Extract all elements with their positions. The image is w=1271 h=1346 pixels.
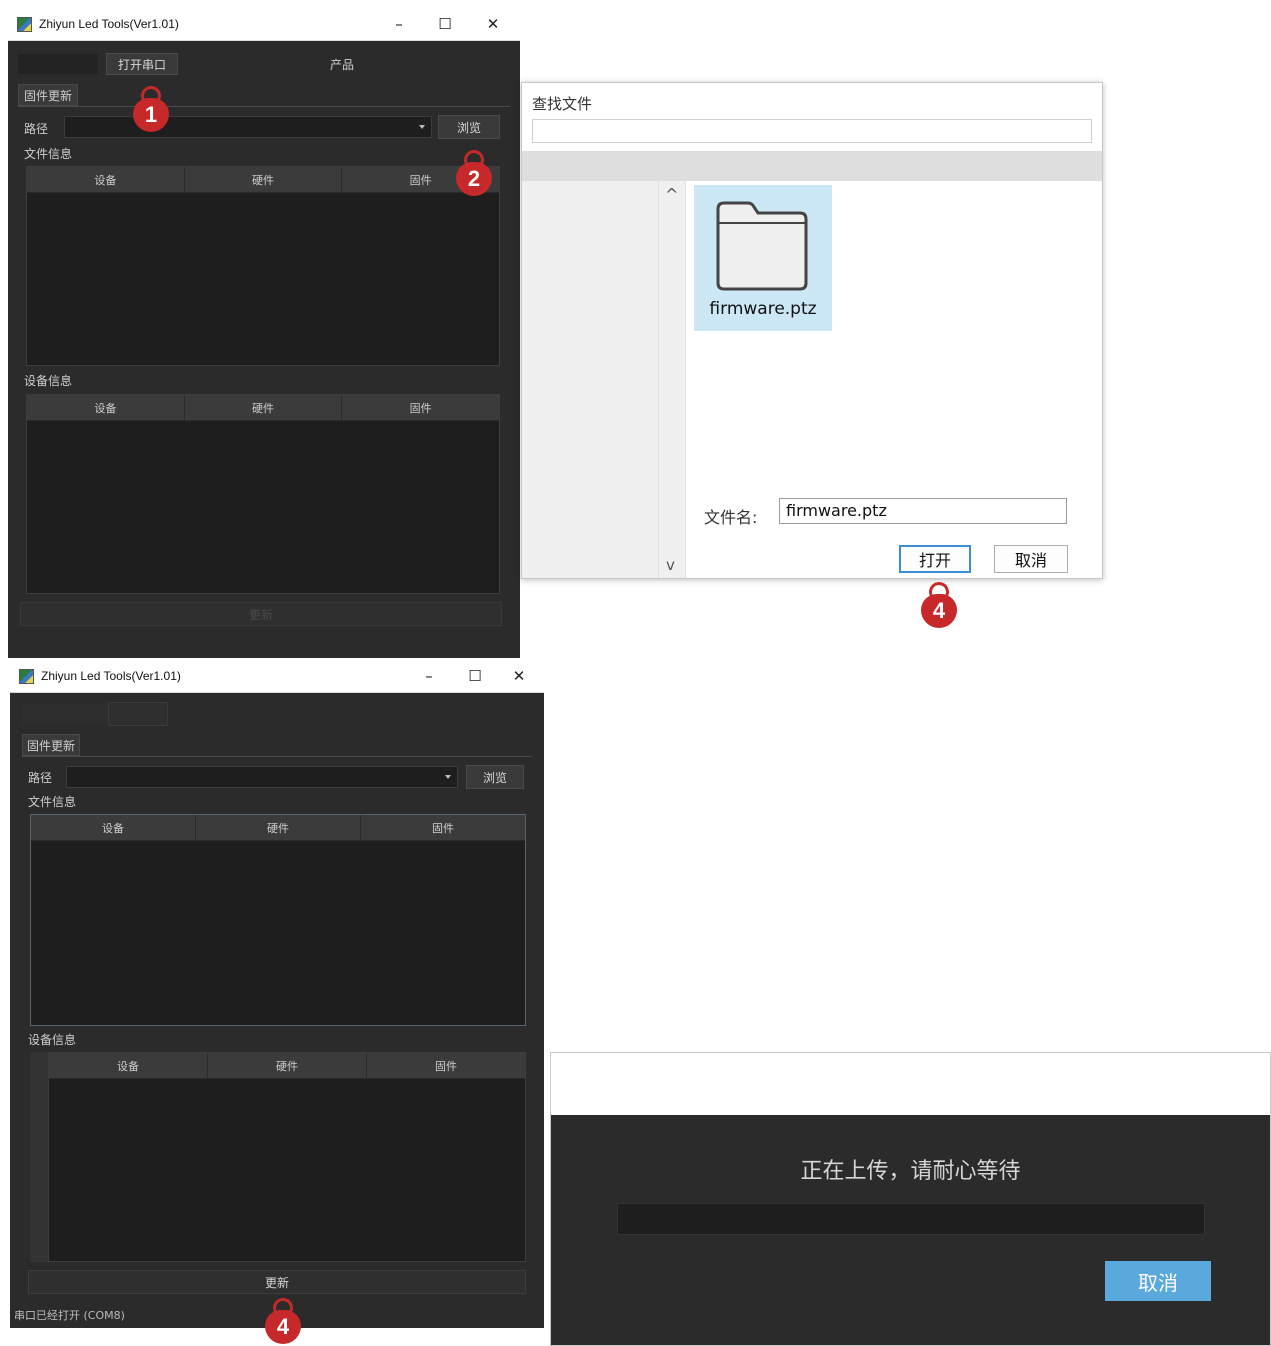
- file-info-table: 设备 硬件 固件: [30, 814, 526, 1026]
- port-select[interactable]: [22, 704, 108, 724]
- column-device: 设备: [31, 815, 196, 841]
- maximize-icon[interactable]: ☐: [422, 8, 468, 40]
- tab-firmware-update[interactable]: 固件更新: [22, 734, 80, 756]
- tab-firmware-update[interactable]: 固件更新: [18, 84, 78, 106]
- filename-value: firmware.ptz: [786, 501, 887, 520]
- chevron-down-icon: [445, 775, 451, 779]
- port-select[interactable]: [18, 54, 98, 74]
- scroll-up-icon[interactable]: ^: [665, 185, 678, 204]
- upload-dialog-body: 正在上传，请耐心等待 取消: [551, 1115, 1270, 1345]
- app-icon: [17, 16, 32, 32]
- tool-window-1: Zhiyun Led Tools(Ver1.01) – ☐ ✕ 打开串口 产品 …: [8, 8, 520, 658]
- chevron-down-icon: [419, 125, 425, 129]
- file-item-label: firmware.ptz: [709, 299, 817, 319]
- device-info-label: 设备信息: [28, 1033, 77, 1047]
- minimize-icon[interactable]: –: [406, 660, 452, 692]
- device-info-table: 设备 硬件 固件: [48, 1052, 526, 1262]
- product-label: 产品: [330, 58, 355, 72]
- column-hardware: 硬件: [184, 395, 343, 421]
- file-info-table: 设备 硬件 固件: [26, 166, 500, 366]
- title-bar: Zhiyun Led Tools(Ver1.01) – ☐ ✕: [10, 660, 544, 693]
- file-info-label: 文件信息: [24, 147, 73, 161]
- table-header: 设备 硬件 固件: [27, 167, 500, 193]
- device-info-gutter: [30, 1052, 48, 1262]
- open-port-button[interactable]: [108, 702, 168, 726]
- file-info-label: 文件信息: [28, 795, 77, 809]
- column-device: 设备: [27, 395, 185, 421]
- app-icon: [19, 668, 34, 684]
- open-button[interactable]: 打开: [899, 545, 971, 573]
- find-file-dialog: 查找文件 ^ v firmware.ptz 文件名: firmware.ptz …: [521, 82, 1103, 579]
- folder-icon: [716, 201, 808, 291]
- tap-arc-icon: [927, 580, 951, 604]
- maximize-icon[interactable]: ☐: [452, 660, 498, 692]
- filename-label: 文件名:: [704, 508, 758, 527]
- path-label: 路径: [28, 771, 53, 785]
- scroll-down-icon[interactable]: v: [666, 556, 675, 574]
- device-info-table: 设备 硬件 固件: [26, 394, 500, 594]
- browse-button[interactable]: 浏览: [438, 115, 500, 139]
- toolbar-strip: [522, 151, 1102, 181]
- path-combobox[interactable]: [64, 116, 432, 138]
- nav-scrollbar[interactable]: ^ v: [658, 181, 686, 578]
- tool-window-2: Zhiyun Led Tools(Ver1.01) – ☐ ✕ 固件更新 路径 …: [10, 660, 544, 1328]
- upload-message: 正在上传，请耐心等待: [800, 1159, 1021, 1184]
- column-firmware: 固件: [361, 815, 525, 841]
- close-icon[interactable]: ✕: [496, 660, 542, 692]
- file-item-firmware[interactable]: firmware.ptz: [694, 185, 832, 331]
- close-icon[interactable]: ✕: [470, 8, 516, 40]
- open-port-button[interactable]: 打开串口: [106, 53, 178, 75]
- step-marker-4-update: 4: [265, 1296, 301, 1344]
- column-device: 设备: [49, 1053, 208, 1079]
- filename-input[interactable]: firmware.ptz: [779, 498, 1067, 524]
- upload-dialog: 正在上传，请耐心等待 取消: [550, 1052, 1271, 1346]
- window-title: Zhiyun Led Tools(Ver1.01): [41, 669, 181, 683]
- search-input[interactable]: [532, 119, 1092, 143]
- column-hardware: 硬件: [196, 815, 361, 841]
- status-text: 串口已经打开 (COM8): [14, 1309, 125, 1322]
- path-combobox[interactable]: [66, 766, 458, 788]
- tab-underline: [18, 106, 510, 107]
- column-firmware: 固件: [342, 395, 500, 421]
- cancel-upload-button[interactable]: 取消: [1105, 1261, 1211, 1301]
- device-info-label: 设备信息: [24, 374, 73, 388]
- tab-underline: [22, 756, 532, 757]
- nav-pane: [522, 181, 658, 578]
- column-firmware: 固件: [367, 1053, 525, 1079]
- column-hardware: 硬件: [208, 1053, 367, 1079]
- step-marker-4-dialog: 4: [921, 580, 957, 628]
- table-header: 设备 硬件 固件: [31, 815, 525, 841]
- column-device: 设备: [27, 167, 185, 193]
- column-hardware: 硬件: [184, 167, 343, 193]
- window-title: Zhiyun Led Tools(Ver1.01): [39, 17, 179, 31]
- cancel-button[interactable]: 取消: [994, 545, 1068, 573]
- update-button[interactable]: 更新: [28, 1270, 526, 1294]
- title-bar: Zhiyun Led Tools(Ver1.01) – ☐ ✕: [8, 8, 520, 41]
- dialog-title: 查找文件: [532, 95, 593, 113]
- path-label: 路径: [24, 122, 49, 136]
- update-button[interactable]: 更新: [20, 602, 502, 626]
- minimize-icon[interactable]: –: [376, 8, 422, 40]
- upload-progress-bar: [617, 1203, 1205, 1235]
- table-header: 设备 硬件 固件: [27, 395, 500, 421]
- table-header: 设备 硬件 固件: [49, 1053, 525, 1079]
- browse-button[interactable]: 浏览: [466, 765, 524, 789]
